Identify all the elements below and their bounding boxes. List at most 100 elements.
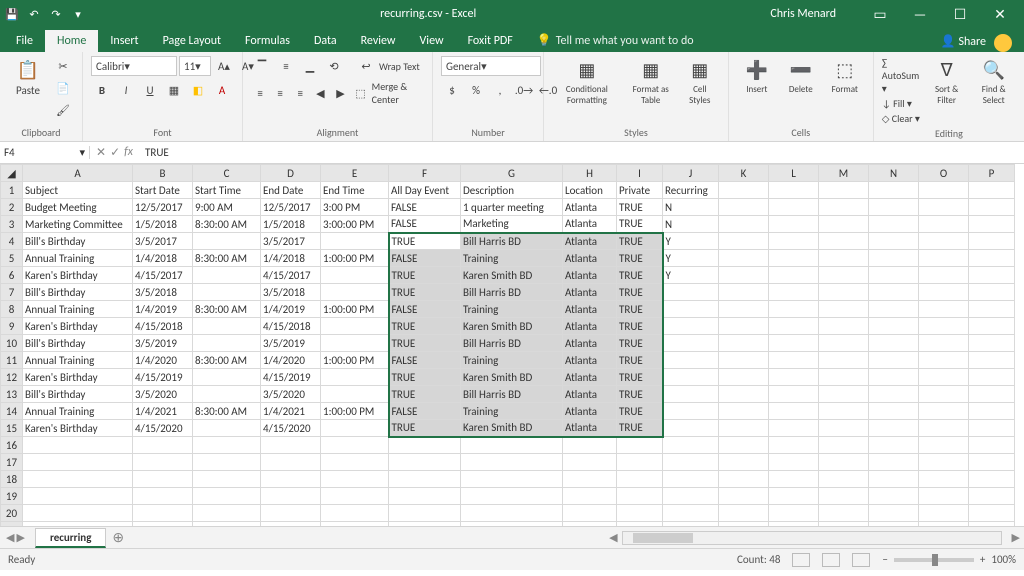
row-header-9[interactable]: 9	[1, 318, 23, 335]
col-header-D[interactable]: D	[261, 165, 321, 182]
cell-A2[interactable]: Budget Meeting	[23, 199, 133, 216]
zoom-out-button[interactable]: −	[882, 553, 887, 566]
cell-I1[interactable]: Private	[617, 182, 663, 199]
tab-file[interactable]: File	[4, 30, 45, 52]
cell-H1[interactable]: Location	[563, 182, 617, 199]
cell-C3[interactable]: 8:30:00 AM	[193, 216, 261, 233]
format-painter-icon[interactable]: 🖌	[52, 100, 74, 120]
cell-D5[interactable]: 1/4/2018	[261, 250, 321, 267]
align-bottom-icon[interactable]: ▁	[299, 56, 321, 76]
cell-M14[interactable]	[819, 403, 869, 420]
cell-C11[interactable]: 8:30:00 AM	[193, 352, 261, 369]
cell-O12[interactable]	[919, 369, 969, 386]
sheet-tab-recurring[interactable]: recurring	[35, 528, 106, 548]
cell-O5[interactable]	[919, 250, 969, 267]
cell-M11[interactable]	[819, 352, 869, 369]
cell-H3[interactable]: Atlanta	[563, 216, 617, 233]
cell-B15[interactable]: 4/15/2020	[133, 420, 193, 437]
cell-C20[interactable]	[193, 505, 261, 522]
cell-B10[interactable]: 3/5/2019	[133, 335, 193, 352]
cell-G6[interactable]: Karen Smith BD	[461, 267, 563, 284]
col-header-C[interactable]: C	[193, 165, 261, 182]
cell-E7[interactable]	[321, 284, 389, 301]
cell-B4[interactable]: 3/5/2017	[133, 233, 193, 250]
undo-icon[interactable]: ↶	[26, 6, 42, 22]
cell-F17[interactable]	[389, 454, 461, 471]
cell-O4[interactable]	[919, 233, 969, 250]
cell-B6[interactable]: 4/15/2017	[133, 267, 193, 284]
cell-P19[interactable]	[969, 488, 1015, 505]
cell-A5[interactable]: Annual Training	[23, 250, 133, 267]
autosum-button[interactable]: ∑ AutoSum ▾	[882, 56, 922, 95]
cell-P5[interactable]	[969, 250, 1015, 267]
cell-E9[interactable]	[321, 318, 389, 335]
cell-L18[interactable]	[769, 471, 819, 488]
cell-A13[interactable]: Bill's Birthday	[23, 386, 133, 403]
cell-B17[interactable]	[133, 454, 193, 471]
cell-A6[interactable]: Karen's Birthday	[23, 267, 133, 284]
cell-N12[interactable]	[869, 369, 919, 386]
cell-E12[interactable]	[321, 369, 389, 386]
cell-B21[interactable]	[133, 522, 193, 527]
cell-O18[interactable]	[919, 471, 969, 488]
cell-L2[interactable]	[769, 199, 819, 216]
cell-N15[interactable]	[869, 420, 919, 437]
cell-H17[interactable]	[563, 454, 617, 471]
cell-P16[interactable]	[969, 437, 1015, 454]
cell-L6[interactable]	[769, 267, 819, 284]
cell-P11[interactable]	[969, 352, 1015, 369]
page-break-view-button[interactable]	[852, 553, 870, 567]
currency-icon[interactable]: $	[441, 80, 463, 100]
format-cells-button[interactable]: ⬚Format	[825, 56, 865, 97]
cell-G5[interactable]: Training	[461, 250, 563, 267]
cell-I3[interactable]: TRUE	[617, 216, 663, 233]
cell-H2[interactable]: Atlanta	[563, 199, 617, 216]
cell-E15[interactable]	[321, 420, 389, 437]
user-name[interactable]: Chris Menard	[770, 7, 836, 21]
cell-G17[interactable]	[461, 454, 563, 471]
cell-N8[interactable]	[869, 301, 919, 318]
cell-M17[interactable]	[819, 454, 869, 471]
name-box[interactable]: F4▾	[0, 146, 90, 159]
cell-A12[interactable]: Karen's Birthday	[23, 369, 133, 386]
cell-B3[interactable]: 1/5/2018	[133, 216, 193, 233]
row-header-10[interactable]: 10	[1, 335, 23, 352]
cell-M13[interactable]	[819, 386, 869, 403]
cell-N18[interactable]	[869, 471, 919, 488]
cell-N11[interactable]	[869, 352, 919, 369]
cell-D16[interactable]	[261, 437, 321, 454]
cell-P13[interactable]	[969, 386, 1015, 403]
tell-me-search[interactable]: 💡 Tell me what you want to do	[525, 29, 706, 52]
select-all-cell[interactable]: ◢	[1, 165, 23, 182]
cell-N19[interactable]	[869, 488, 919, 505]
cell-C15[interactable]	[193, 420, 261, 437]
cell-O21[interactable]	[919, 522, 969, 527]
number-format-select[interactable]: General ▾	[441, 56, 541, 76]
cell-B1[interactable]: Start Date	[133, 182, 193, 199]
col-header-E[interactable]: E	[321, 165, 389, 182]
tab-review[interactable]: Review	[349, 30, 408, 52]
row-header-20[interactable]: 20	[1, 505, 23, 522]
fx-icon[interactable]: fx	[124, 145, 133, 160]
cell-N21[interactable]	[869, 522, 919, 527]
cell-J12[interactable]	[663, 369, 719, 386]
merge-center-button[interactable]: ⬚	[352, 83, 370, 103]
fill-button[interactable]: ↓ Fill ▾	[882, 97, 922, 110]
cell-H8[interactable]: Atlanta	[563, 301, 617, 318]
cell-I20[interactable]	[617, 505, 663, 522]
cell-C7[interactable]	[193, 284, 261, 301]
tab-data[interactable]: Data	[302, 30, 349, 52]
bold-button[interactable]: B	[91, 80, 113, 100]
cell-E3[interactable]: 3:00:00 PM	[321, 216, 389, 233]
cell-G14[interactable]: Training	[461, 403, 563, 420]
cell-E10[interactable]	[321, 335, 389, 352]
font-size-select[interactable]: 11 ▾	[179, 56, 211, 76]
cell-P6[interactable]	[969, 267, 1015, 284]
cell-G8[interactable]: Training	[461, 301, 563, 318]
cell-G4[interactable]: Bill Harris BD	[461, 233, 563, 250]
cell-N5[interactable]	[869, 250, 919, 267]
cell-M3[interactable]	[819, 216, 869, 233]
cell-C21[interactable]	[193, 522, 261, 527]
cell-N2[interactable]	[869, 199, 919, 216]
cell-K16[interactable]	[719, 437, 769, 454]
